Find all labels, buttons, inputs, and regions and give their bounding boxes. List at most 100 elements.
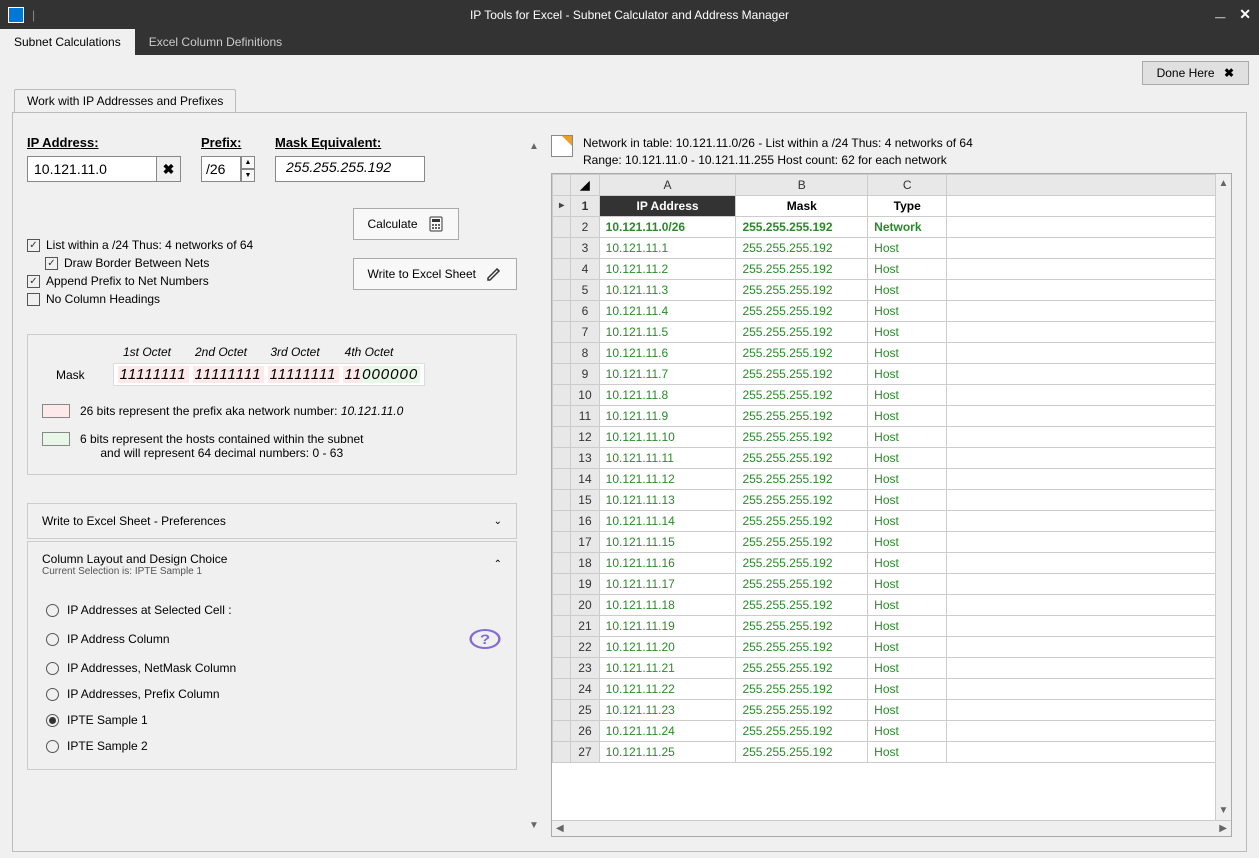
grid-scroll-up-icon[interactable]: ▲: [1219, 178, 1229, 189]
grid-cell-type[interactable]: Host: [868, 510, 947, 531]
prefix-up-button[interactable]: ▲: [241, 156, 255, 169]
table-row[interactable]: 910.121.11.7255.255.255.192Host: [553, 363, 1231, 384]
tab-subnet-calculations[interactable]: Subnet Calculations: [0, 29, 135, 55]
radio-layout-option-1[interactable]: IP Address Column?: [46, 623, 498, 655]
accordion-column-layout-header[interactable]: Column Layout and Design Choice Current …: [28, 542, 516, 587]
grid-cell-type[interactable]: Host: [868, 741, 947, 762]
grid-cell-empty[interactable]: [947, 720, 1231, 741]
grid-row-number[interactable]: 18: [571, 552, 599, 573]
table-row[interactable]: 1210.121.11.10255.255.255.192Host: [553, 426, 1231, 447]
grid-row-selector[interactable]: [553, 636, 571, 657]
grid-cell-ip[interactable]: 10.121.11.7: [599, 363, 736, 384]
grid-cell-empty[interactable]: [947, 636, 1231, 657]
grid-cell-type[interactable]: Host: [868, 594, 947, 615]
table-row[interactable]: 1110.121.11.9255.255.255.192Host: [553, 405, 1231, 426]
grid-cell-ip[interactable]: 10.121.11.5: [599, 321, 736, 342]
grid-cell-mask[interactable]: 255.255.255.192: [736, 426, 868, 447]
grid-cell-empty[interactable]: [947, 552, 1231, 573]
grid-cell-mask[interactable]: 255.255.255.192: [736, 678, 868, 699]
grid-row-selector[interactable]: [553, 741, 571, 762]
prefix-down-button[interactable]: ▼: [241, 169, 255, 182]
grid-row-number[interactable]: 11: [571, 405, 599, 426]
grid-cell-mask[interactable]: 255.255.255.192: [736, 237, 868, 258]
radio-layout-option-4[interactable]: IPTE Sample 1: [46, 707, 498, 733]
grid-cell-empty[interactable]: [947, 363, 1231, 384]
grid-cell-ip[interactable]: 10.121.11.20: [599, 636, 736, 657]
grid-row-number[interactable]: 14: [571, 468, 599, 489]
grid-cell-empty[interactable]: [947, 384, 1231, 405]
grid-row-selector[interactable]: [553, 237, 571, 258]
grid-cell-type[interactable]: Host: [868, 300, 947, 321]
grid-cell-type[interactable]: Host: [868, 615, 947, 636]
grid-cell-mask[interactable]: 255.255.255.192: [736, 258, 868, 279]
grid-row-selector[interactable]: [553, 552, 571, 573]
grid-row-number[interactable]: 3: [571, 237, 599, 258]
grid-cell-empty[interactable]: [947, 510, 1231, 531]
grid-cell-ip[interactable]: 10.121.11.22: [599, 678, 736, 699]
grid-cell-empty[interactable]: [947, 678, 1231, 699]
table-row[interactable]: 2310.121.11.21255.255.255.192Host: [553, 657, 1231, 678]
grid-cell-mask[interactable]: 255.255.255.192: [736, 279, 868, 300]
grid-cell-type[interactable]: Host: [868, 699, 947, 720]
grid-cell-mask[interactable]: 255.255.255.192: [736, 489, 868, 510]
grid-row-number[interactable]: 19: [571, 573, 599, 594]
grid-cell-type[interactable]: Host: [868, 468, 947, 489]
table-row[interactable]: 2510.121.11.23255.255.255.192Host: [553, 699, 1231, 720]
radio-layout-option-5[interactable]: IPTE Sample 2: [46, 733, 498, 759]
ip-address-input[interactable]: [27, 156, 157, 182]
grid-row-selector[interactable]: [553, 195, 571, 216]
grid-row-selector[interactable]: [553, 720, 571, 741]
grid-cell-ip[interactable]: 10.121.11.18: [599, 594, 736, 615]
tab-excel-column-definitions[interactable]: Excel Column Definitions: [135, 29, 296, 55]
grid-cell-type[interactable]: Host: [868, 384, 947, 405]
grid-cell-type[interactable]: Host: [868, 426, 947, 447]
grid-cell-ip[interactable]: 10.121.11.23: [599, 699, 736, 720]
grid-cell-mask[interactable]: 255.255.255.192: [736, 447, 868, 468]
grid-corner[interactable]: ◢: [571, 174, 599, 195]
checkbox-draw-border[interactable]: ✓: [45, 257, 58, 270]
table-row[interactable]: 1510.121.11.13255.255.255.192Host: [553, 489, 1231, 510]
grid-scroll-right-icon[interactable]: ▶: [1219, 823, 1227, 834]
grid-cell-ip[interactable]: 10.121.11.24: [599, 720, 736, 741]
grid-row-number[interactable]: 6: [571, 300, 599, 321]
write-to-excel-button[interactable]: Write to Excel Sheet: [353, 258, 518, 290]
grid-row-number[interactable]: 8: [571, 342, 599, 363]
grid-cell-empty[interactable]: [947, 573, 1231, 594]
grid-row-number[interactable]: 17: [571, 531, 599, 552]
grid-cell-empty[interactable]: [947, 468, 1231, 489]
grid-cell-mask[interactable]: 255.255.255.192: [736, 342, 868, 363]
grid-cell-empty[interactable]: [947, 258, 1231, 279]
grid-row-number[interactable]: 21: [571, 615, 599, 636]
grid-cell-mask[interactable]: 255.255.255.192: [736, 699, 868, 720]
grid-cell-empty[interactable]: [947, 342, 1231, 363]
table-row[interactable]: 610.121.11.4255.255.255.192Host: [553, 300, 1231, 321]
grid-cell-type[interactable]: Network: [868, 216, 947, 237]
grid-cell-ip[interactable]: 10.121.11.25: [599, 741, 736, 762]
grid-row-selector[interactable]: [553, 573, 571, 594]
grid-cell-empty[interactable]: [947, 300, 1231, 321]
grid-row-selector[interactable]: [553, 384, 571, 405]
grid-cell-ip[interactable]: 10.121.11.12: [599, 468, 736, 489]
grid-row-selector[interactable]: [553, 594, 571, 615]
grid-row-selector[interactable]: [553, 489, 571, 510]
grid-row-selector[interactable]: [553, 342, 571, 363]
prefix-input[interactable]: [201, 156, 241, 182]
table-row[interactable]: 2410.121.11.22255.255.255.192Host: [553, 678, 1231, 699]
grid-row-1-num[interactable]: 1: [571, 195, 599, 216]
grid-row-number[interactable]: 2: [571, 216, 599, 237]
grid-row-number[interactable]: 24: [571, 678, 599, 699]
calculate-button[interactable]: Calculate: [353, 208, 459, 240]
grid-row-number[interactable]: 22: [571, 636, 599, 657]
grid-col-a[interactable]: A: [599, 174, 736, 195]
grid-cell-type[interactable]: Host: [868, 447, 947, 468]
grid-cell-type[interactable]: Host: [868, 342, 947, 363]
grid-row-number[interactable]: 5: [571, 279, 599, 300]
table-row[interactable]: 1010.121.11.8255.255.255.192Host: [553, 384, 1231, 405]
grid-cell-type[interactable]: Host: [868, 720, 947, 741]
grid-cell-mask[interactable]: 255.255.255.192: [736, 594, 868, 615]
grid-cell-ip[interactable]: 10.121.11.6: [599, 342, 736, 363]
grid-row-selector[interactable]: [553, 258, 571, 279]
checkbox-no-column-headings[interactable]: [27, 293, 40, 306]
grid-row-selector[interactable]: [553, 405, 571, 426]
grid-cell-ip[interactable]: 10.121.11.19: [599, 615, 736, 636]
